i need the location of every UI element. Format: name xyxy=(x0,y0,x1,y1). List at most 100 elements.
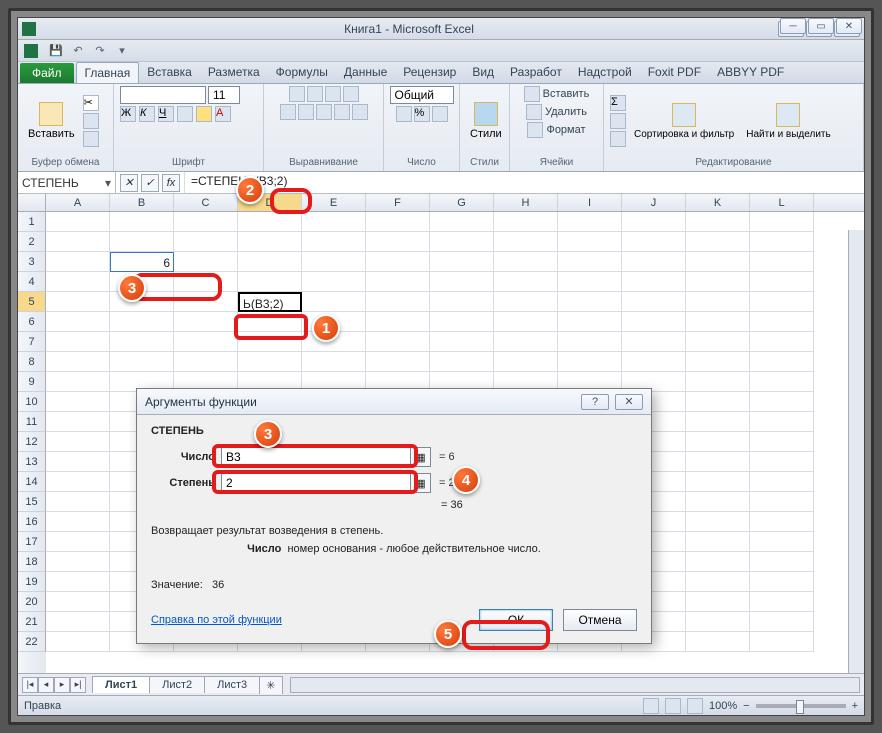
col-header[interactable]: K xyxy=(686,194,750,211)
cell[interactable] xyxy=(238,272,302,292)
cell[interactable] xyxy=(174,212,238,232)
cell[interactable] xyxy=(430,312,494,332)
cell[interactable] xyxy=(750,432,814,452)
tab-home[interactable]: Главная xyxy=(76,62,140,83)
italic-icon[interactable]: К xyxy=(139,106,155,122)
row-header[interactable]: 14 xyxy=(18,472,46,492)
row-header[interactable]: 12 xyxy=(18,432,46,452)
select-all-corner[interactable] xyxy=(18,194,46,211)
row-header[interactable]: 21 xyxy=(18,612,46,632)
row-header[interactable]: 8 xyxy=(18,352,46,372)
cell[interactable] xyxy=(558,312,622,332)
cell[interactable] xyxy=(46,312,110,332)
cell[interactable] xyxy=(46,332,110,352)
cells-insert-button[interactable]: Вставить xyxy=(524,86,590,102)
font-size-input[interactable] xyxy=(208,86,240,104)
cell[interactable] xyxy=(750,252,814,272)
cell[interactable] xyxy=(686,472,750,492)
fill-color-icon[interactable] xyxy=(196,106,212,122)
dialog-help-link[interactable]: Справка по этой функции xyxy=(151,614,282,626)
cell[interactable] xyxy=(622,332,686,352)
cell[interactable] xyxy=(174,252,238,272)
col-header[interactable]: G xyxy=(430,194,494,211)
cell[interactable] xyxy=(46,372,110,392)
cell[interactable] xyxy=(750,412,814,432)
formula-bar[interactable]: =СТЕПЕНЬ(B3;2) xyxy=(184,172,864,193)
cell[interactable] xyxy=(46,512,110,532)
cell[interactable] xyxy=(494,232,558,252)
align-right-icon[interactable] xyxy=(316,104,332,120)
cell[interactable] xyxy=(558,352,622,372)
row-header[interactable]: 6 xyxy=(18,312,46,332)
cells-format-button[interactable]: Формат xyxy=(527,122,585,138)
col-header[interactable]: B xyxy=(110,194,174,211)
col-header[interactable]: H xyxy=(494,194,558,211)
cancel-formula-icon[interactable]: ✕ xyxy=(120,174,138,192)
cell[interactable] xyxy=(494,352,558,372)
cell[interactable] xyxy=(46,452,110,472)
autosum-icon[interactable]: Σ xyxy=(610,95,626,111)
cell[interactable] xyxy=(494,272,558,292)
sheet-nav-next[interactable]: ▸ xyxy=(54,677,70,693)
cell[interactable] xyxy=(46,592,110,612)
cell[interactable] xyxy=(750,592,814,612)
col-header[interactable]: J xyxy=(622,194,686,211)
tab-abbyy[interactable]: ABBYY PDF xyxy=(709,62,792,83)
font-name-input[interactable] xyxy=(120,86,206,104)
cell[interactable] xyxy=(686,552,750,572)
cell[interactable] xyxy=(750,232,814,252)
fill-icon[interactable] xyxy=(610,113,626,129)
cell[interactable] xyxy=(750,512,814,532)
cell[interactable] xyxy=(174,272,238,292)
cell[interactable] xyxy=(558,212,622,232)
find-select-button[interactable]: Найти и выделить xyxy=(742,101,834,142)
zoom-out-button[interactable]: − xyxy=(743,700,749,712)
cell[interactable] xyxy=(46,532,110,552)
tab-developer[interactable]: Разработ xyxy=(502,62,570,83)
tab-view[interactable]: Вид xyxy=(464,62,502,83)
doc-restore-button[interactable]: ▭ xyxy=(808,18,834,34)
sheet-tab-2[interactable]: Лист2 xyxy=(149,676,205,693)
cell[interactable] xyxy=(430,332,494,352)
col-header[interactable]: I xyxy=(558,194,622,211)
cell[interactable] xyxy=(110,312,174,332)
cell[interactable] xyxy=(366,272,430,292)
cell[interactable] xyxy=(238,212,302,232)
cell[interactable] xyxy=(686,372,750,392)
cell[interactable] xyxy=(174,332,238,352)
cell[interactable] xyxy=(46,292,110,312)
cell[interactable] xyxy=(750,452,814,472)
cell[interactable] xyxy=(750,472,814,492)
currency-icon[interactable] xyxy=(396,106,412,122)
row-header[interactable]: 13 xyxy=(18,452,46,472)
col-header[interactable]: E xyxy=(302,194,366,211)
enter-formula-icon[interactable]: ✓ xyxy=(141,174,159,192)
tab-data[interactable]: Данные xyxy=(336,62,395,83)
col-header[interactable]: C xyxy=(174,194,238,211)
cell[interactable] xyxy=(686,292,750,312)
cell[interactable] xyxy=(686,252,750,272)
cell[interactable] xyxy=(302,252,366,272)
cells-delete-button[interactable]: Удалить xyxy=(526,104,587,120)
orientation-icon[interactable] xyxy=(343,86,359,102)
cell[interactable] xyxy=(750,272,814,292)
cell[interactable] xyxy=(110,352,174,372)
cell[interactable] xyxy=(686,232,750,252)
cell[interactable] xyxy=(750,352,814,372)
border-icon[interactable] xyxy=(177,106,193,122)
comma-icon[interactable] xyxy=(432,106,448,122)
cell[interactable] xyxy=(110,332,174,352)
cell[interactable] xyxy=(46,632,110,652)
cell[interactable] xyxy=(302,212,366,232)
cancel-button[interactable]: Отмена xyxy=(563,609,637,631)
cell[interactable] xyxy=(686,512,750,532)
cell[interactable] xyxy=(750,392,814,412)
paste-button[interactable]: Вставить xyxy=(24,100,79,142)
cell[interactable] xyxy=(366,212,430,232)
col-header[interactable]: L xyxy=(750,194,814,211)
arg1-input[interactable] xyxy=(221,447,411,467)
align-left-icon[interactable] xyxy=(280,104,296,120)
percent-icon[interactable]: % xyxy=(414,106,430,122)
cell[interactable] xyxy=(622,252,686,272)
cell[interactable] xyxy=(366,252,430,272)
